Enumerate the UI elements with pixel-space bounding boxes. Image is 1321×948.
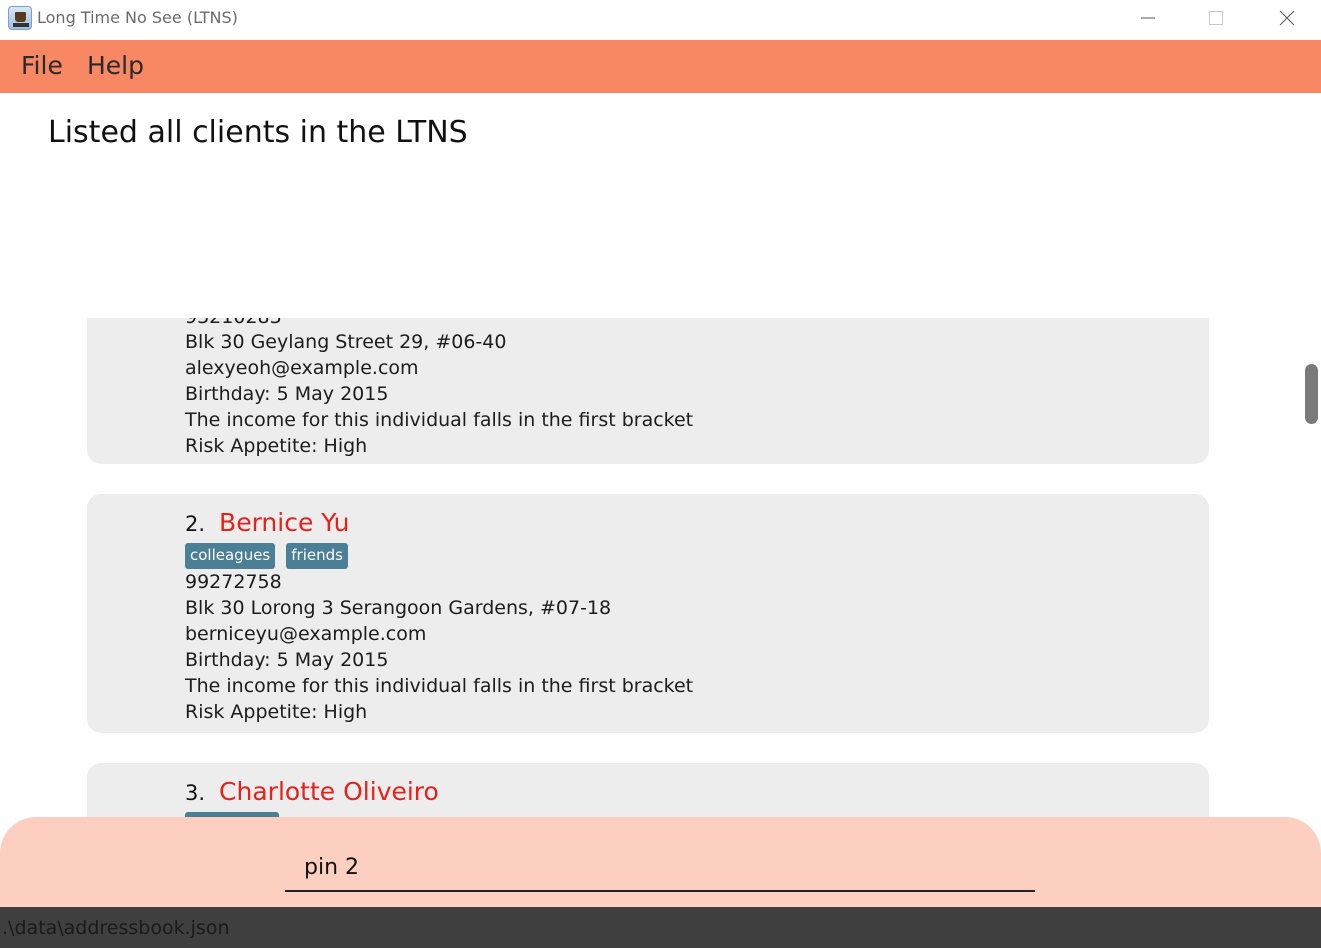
client-phone: 93210283 [185,318,282,328]
client-risk: Risk Appetite: High [185,701,368,723]
app-icon [8,6,32,30]
minimize-icon[interactable] [1125,0,1171,36]
client-header: 3. Charlotte Oliveiro [185,777,439,806]
client-card[interactable]: 3. Charlotte Oliveiro neighbours [87,763,1209,818]
window-title: Long Time No See (LTNS) [37,8,238,27]
client-card[interactable]: 93210283 Blk 30 Geylang Street 29, #06-4… [87,318,1209,464]
client-risk: Risk Appetite: High [185,435,368,457]
tag: colleagues [185,543,276,569]
client-email: berniceyu@example.com [185,623,427,645]
client-address: Blk 30 Geylang Street 29, #06-40 [185,331,507,353]
client-header: 2. Bernice Yu [185,508,350,537]
status-bar: .\data\addressbook.json [0,907,1321,948]
close-icon[interactable] [1264,0,1310,36]
client-income: The income for this individual falls in … [185,409,694,431]
client-phone: 99272758 [185,571,282,593]
client-address: Blk 30 Lorong 3 Serangoon Gardens, #07-1… [185,597,612,619]
maximize-icon[interactable] [1193,0,1239,36]
client-income: The income for this individual falls in … [185,675,694,697]
client-birthday: Birthday: 5 May 2015 [185,383,389,405]
client-index: 3. [185,781,206,805]
client-birthday: Birthday: 5 May 2015 [185,649,389,671]
client-card[interactable]: 2. Bernice Yu colleagues friends 9927275… [87,494,1209,733]
menu-bar: File Help [0,40,1321,93]
command-input[interactable] [285,845,1035,892]
list-scrollbar-thumb[interactable] [1305,364,1318,424]
client-name: Bernice Yu [219,508,350,537]
client-tags: colleagues friends [185,543,348,569]
command-panel [0,817,1321,909]
client-name: Charlotte Oliveiro [219,777,439,806]
tag: friends [286,543,348,569]
client-email: alexyeoh@example.com [185,357,419,379]
client-index: 2. [185,512,206,536]
status-file-path: .\data\addressbook.json [2,917,230,939]
menu-file[interactable]: File [21,51,63,80]
client-list[interactable]: 93210283 Blk 30 Geylang Street 29, #06-4… [0,318,1321,818]
result-display: Listed all clients in the LTNS [48,115,468,150]
title-bar: Long Time No See (LTNS) [0,0,1321,40]
menu-help[interactable]: Help [87,51,144,80]
